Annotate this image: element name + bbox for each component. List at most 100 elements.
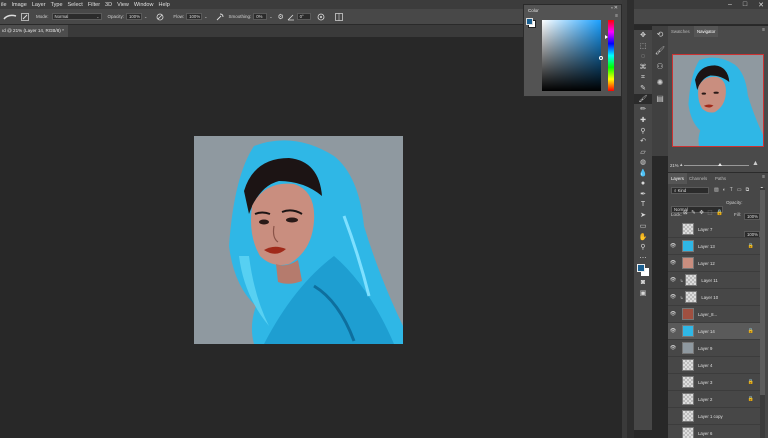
gear-icon[interactable]: ⚙ <box>277 13 285 21</box>
menu-window[interactable]: Window <box>134 2 154 8</box>
eyedropper-icon[interactable]: ✎ <box>634 83 652 94</box>
adjustments-icon[interactable]: ✺ <box>652 74 668 90</box>
layer-row[interactable]: Layer 6 <box>668 425 760 438</box>
color-picker-handle[interactable] <box>599 56 603 60</box>
eye-icon[interactable]: 👁 <box>668 311 678 317</box>
brush-settings-icon[interactable]: 🖌 <box>652 42 668 58</box>
symmetry-icon[interactable] <box>334 12 343 21</box>
path-select-icon[interactable]: ➤ <box>634 210 652 221</box>
eye-icon[interactable]: 👁 <box>668 345 678 351</box>
layer-row[interactable]: Layer 4 <box>668 357 760 374</box>
document-tab[interactable]: ıd @ 21% (Layer 14, RGB/8) * <box>0 25 68 37</box>
opacity-field[interactable]: 100% <box>126 13 143 20</box>
menu-3d[interactable]: 3D <box>105 2 112 8</box>
menu-view[interactable]: View <box>117 2 129 8</box>
lock-all-icon[interactable]: 🔒 <box>716 210 723 216</box>
lock-position-icon[interactable]: ✥ <box>699 210 704 216</box>
lock-transparent-icon[interactable]: ⊠ <box>683 210 688 216</box>
hand-icon[interactable]: ✋ <box>634 231 652 242</box>
zoom-slider[interactable] <box>684 165 749 166</box>
history-brush-icon[interactable]: ↶ <box>634 136 652 147</box>
panel-menu-icon[interactable]: ≡ <box>762 27 765 33</box>
brush-icon[interactable]: 🖌 <box>634 93 652 105</box>
hue-handle[interactable] <box>605 35 608 39</box>
quick-select-icon[interactable]: ⌘ <box>634 62 652 73</box>
layer-row[interactable]: Layer 3 🔒 <box>668 374 760 391</box>
layer-row[interactable]: 👁 ↳ Layer 11 <box>668 272 760 289</box>
rectangle-icon[interactable]: ▭ <box>634 221 652 232</box>
layer-filter-select[interactable]: ⌕ Kind <box>671 187 709 194</box>
zoom-out-icon[interactable]: ▴ <box>680 162 683 168</box>
layers-scrollbar[interactable] <box>760 188 765 438</box>
artwork-canvas[interactable] <box>194 136 403 344</box>
lock-pixels-icon[interactable]: ✎ <box>691 210 696 216</box>
flow-field[interactable]: 100% <box>186 13 203 20</box>
tab-navigator[interactable]: Navigator <box>694 26 719 37</box>
eye-icon[interactable]: 👁 <box>668 243 678 249</box>
pencil-icon[interactable]: ✏ <box>634 104 652 115</box>
panel-menu-icon[interactable]: ≡ <box>762 174 765 180</box>
mode-select[interactable]: Normal ⌄ <box>51 13 102 20</box>
screen-mode-icon[interactable]: ▣ <box>634 288 652 299</box>
layer-row[interactable]: 👁 Layer_8... <box>668 306 760 323</box>
zoom-icon[interactable]: ⚲ <box>634 242 652 253</box>
collapse-icon[interactable]: « <box>611 5 613 10</box>
crop-icon[interactable]: ⌗ <box>634 72 652 83</box>
type-icon[interactable]: T <box>634 200 652 211</box>
filter-shape-icon[interactable]: ▭ <box>737 187 742 193</box>
brush-preset-icon[interactable] <box>3 13 17 21</box>
zoom-slider-handle[interactable] <box>718 163 722 166</box>
eye-icon[interactable]: 👁 <box>668 328 678 334</box>
chevron-down-icon[interactable]: ⌄ <box>204 14 207 19</box>
layer-row[interactable]: 👁 Layer 9 <box>668 340 760 357</box>
angle-field[interactable]: 0° <box>296 13 311 20</box>
healing-icon[interactable]: ✚ <box>634 115 652 126</box>
filter-smart-icon[interactable]: ⧉ <box>746 187 750 193</box>
maximize-icon[interactable]: □ <box>743 1 747 8</box>
tab-swatches[interactable]: Swatches <box>668 26 693 37</box>
clone-source-icon[interactable]: ⚇ <box>652 58 668 74</box>
color-field[interactable] <box>542 20 601 91</box>
menu-layer[interactable]: Layer <box>32 2 46 8</box>
tab-paths[interactable]: Paths <box>712 173 729 184</box>
eye-icon[interactable]: 👁 <box>668 294 678 300</box>
close-icon[interactable]: ✕ <box>758 1 764 9</box>
menu-select[interactable]: Select <box>68 2 83 8</box>
layer-row[interactable]: 👁 ↳ Layer 10 <box>668 289 760 306</box>
pressure-size-icon[interactable] <box>317 13 325 21</box>
layer-row-selected[interactable]: 👁 Layer 14 🔒 <box>668 323 760 340</box>
navigator-thumbnail[interactable] <box>672 54 764 147</box>
eye-icon[interactable]: 👁 <box>668 260 678 266</box>
pen-icon[interactable]: ✒ <box>634 189 652 200</box>
chevron-down-icon[interactable]: ⌄ <box>269 14 272 19</box>
menu-help[interactable]: Help <box>158 2 169 8</box>
zoom-value[interactable]: 21% <box>670 163 679 168</box>
brush-settings-icon[interactable] <box>21 12 29 21</box>
hue-slider[interactable] <box>608 20 614 91</box>
filter-adjust-icon[interactable]: ◐ <box>723 187 726 193</box>
move-icon[interactable]: ✥ <box>634 30 652 41</box>
pressure-opacity-icon[interactable] <box>156 13 164 21</box>
scrollbar-thumb[interactable] <box>760 190 765 395</box>
minimize-icon[interactable]: – <box>728 1 732 8</box>
chevron-down-icon[interactable]: ⌄ <box>144 14 147 19</box>
filter-type-icon[interactable]: T <box>730 187 733 193</box>
eraser-icon[interactable]: ▱ <box>634 147 652 158</box>
clone-stamp-icon[interactable]: ⚲ <box>634 125 652 136</box>
layer-opacity-field[interactable]: 100% <box>744 213 760 220</box>
close-icon[interactable]: ✕ <box>614 5 618 11</box>
color-swatches[interactable] <box>634 263 652 277</box>
airbrush-icon[interactable] <box>216 13 224 21</box>
menu-file[interactable]: ile <box>1 2 7 8</box>
layer-row[interactable]: 👁 Layer 12 <box>668 255 760 272</box>
history-icon[interactable]: ⟲ <box>652 26 668 42</box>
tab-channels[interactable]: Channels <box>686 173 710 184</box>
tab-layers[interactable]: Layers <box>668 173 687 184</box>
layer-row[interactable]: Layer 1 copy <box>668 408 760 425</box>
layer-row[interactable]: Layer 7 <box>668 221 760 238</box>
paint-bucket-icon[interactable]: ◍ <box>634 157 652 168</box>
menu-image[interactable]: Image <box>12 2 27 8</box>
properties-icon[interactable]: ▤ <box>652 90 668 106</box>
zoom-in-icon[interactable]: ▲ <box>752 160 759 167</box>
lock-artboard-icon[interactable]: ⬚ <box>707 210 712 216</box>
